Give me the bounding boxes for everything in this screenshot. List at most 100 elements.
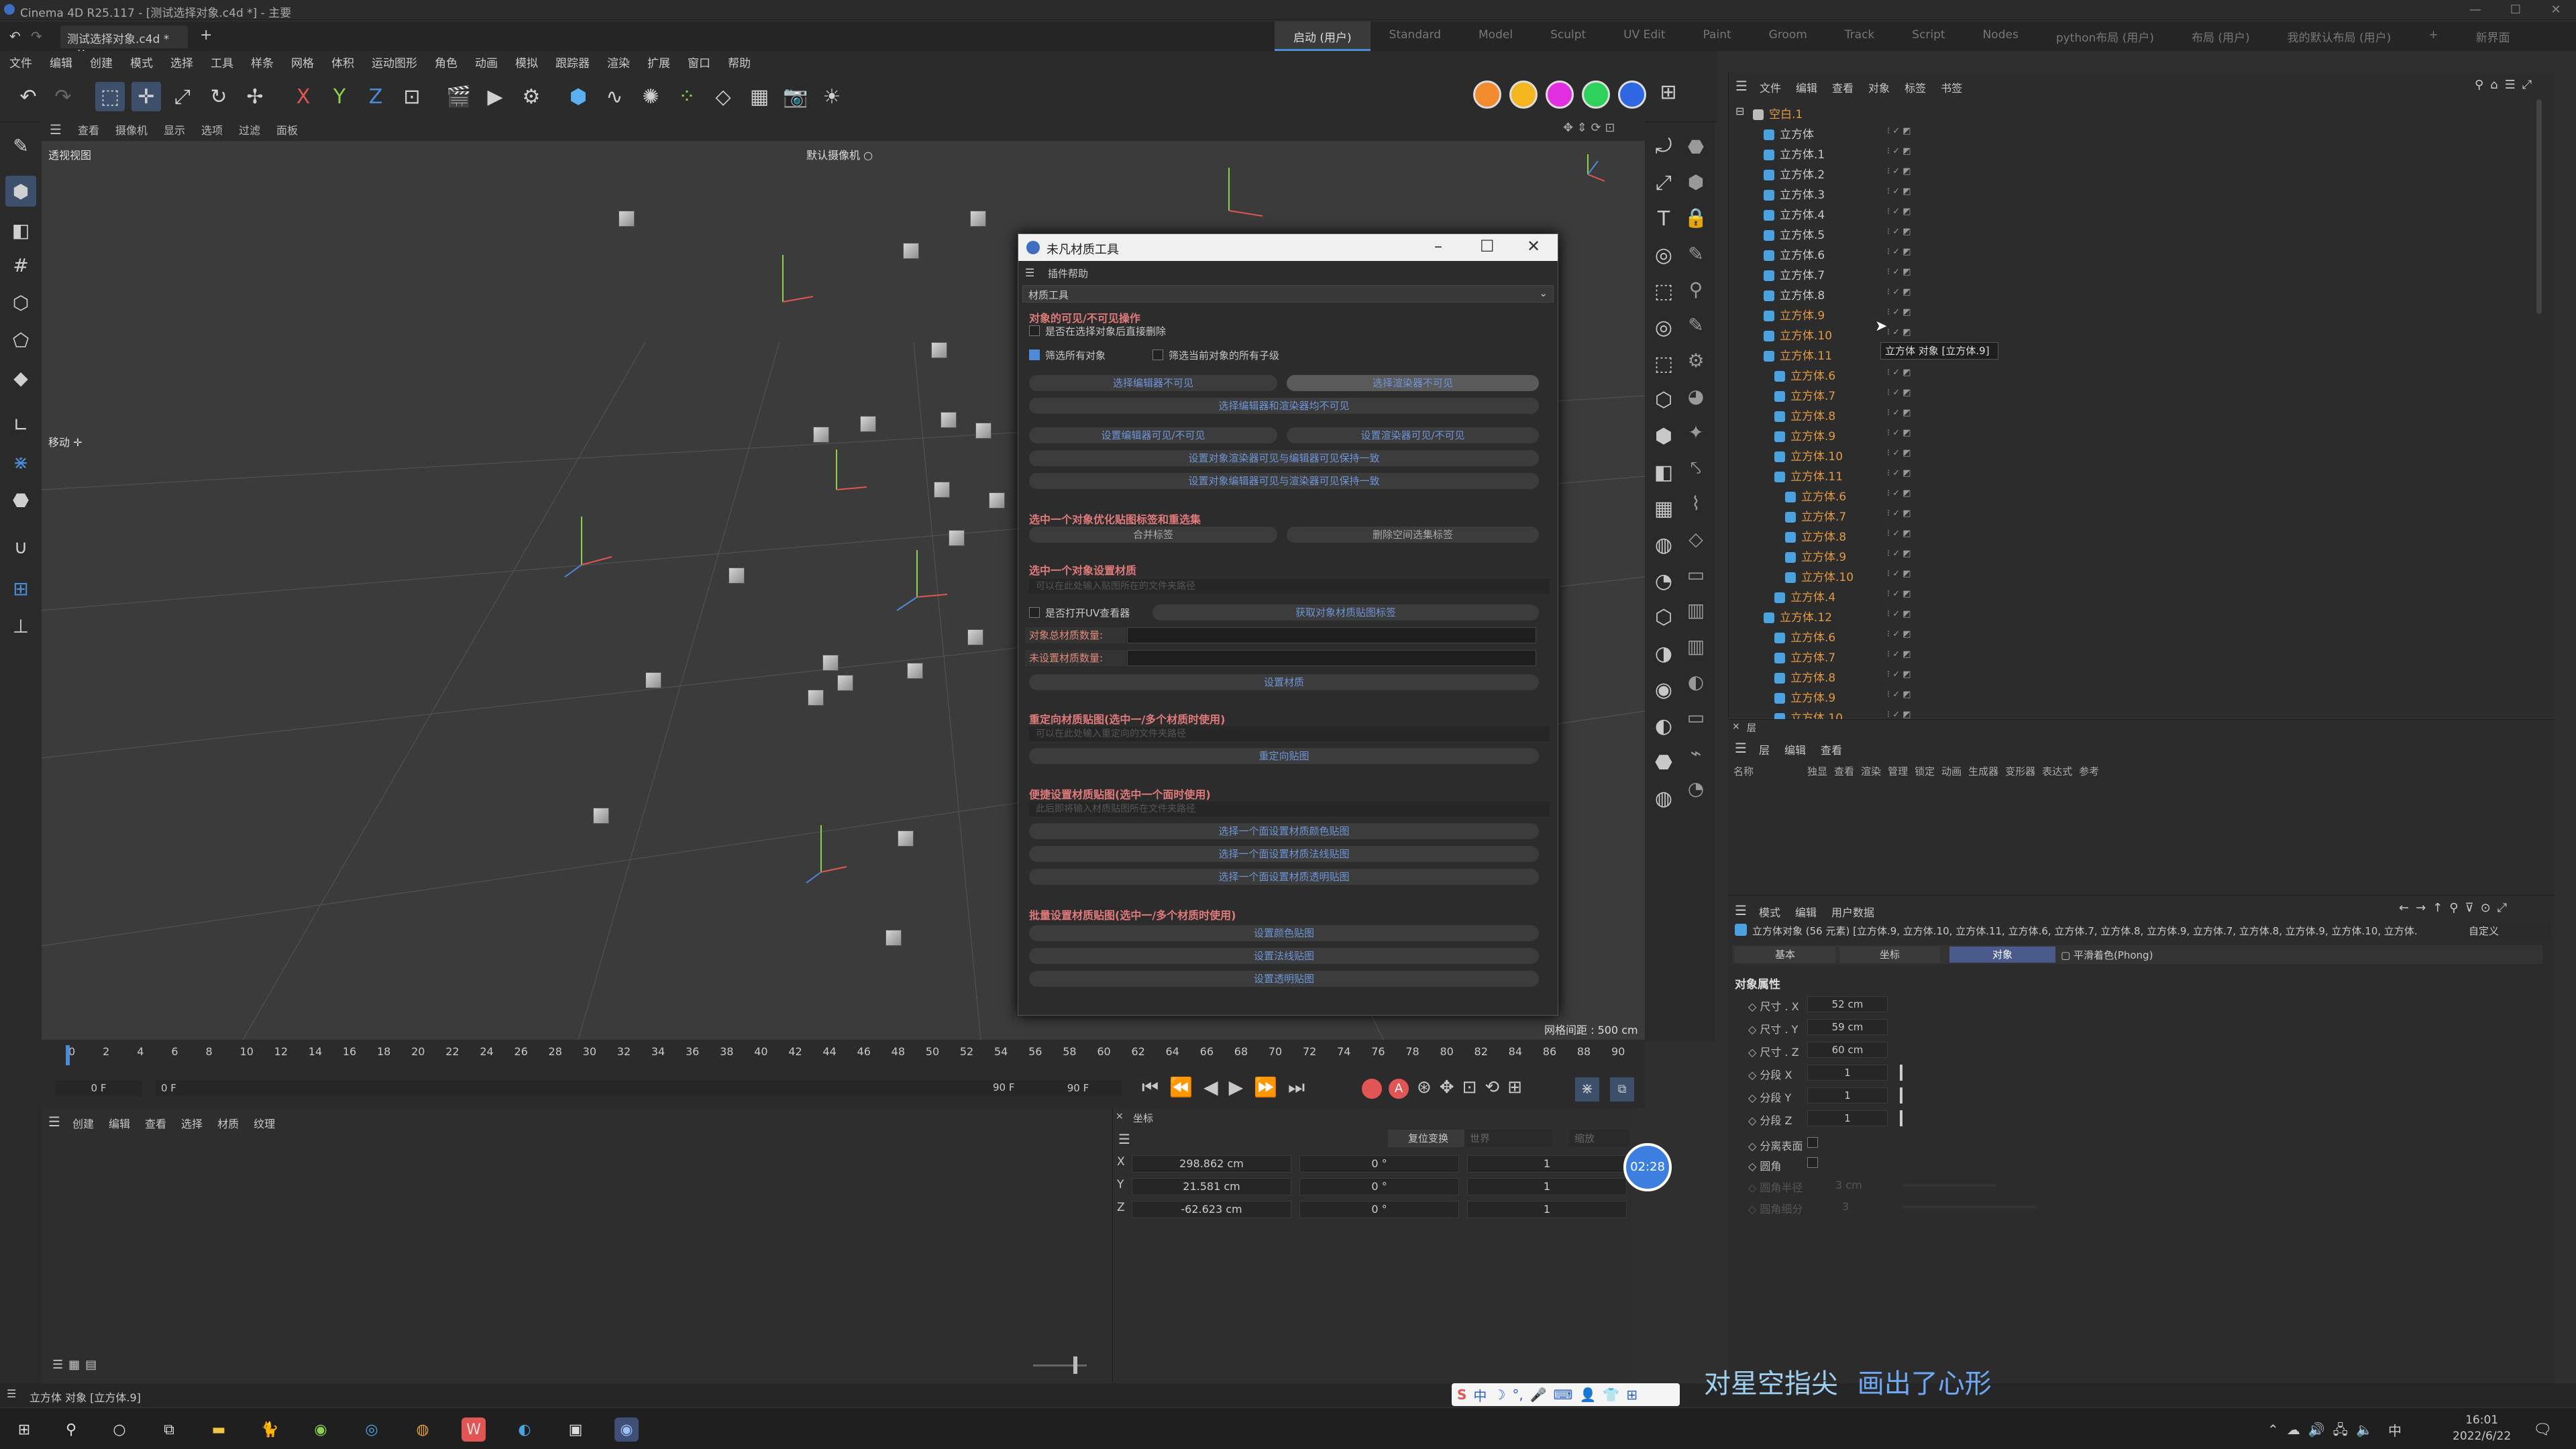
object-visibility-flags[interactable]: ⁝ ✓ ◩ xyxy=(1887,327,1911,337)
render-view-icon[interactable]: ▶ xyxy=(480,82,510,111)
minimize-button[interactable]: — xyxy=(2455,0,2496,20)
cube-object[interactable] xyxy=(619,211,635,227)
quantize-icon[interactable]: ⊞ xyxy=(5,573,36,604)
material-menu-item[interactable]: 创建 xyxy=(72,1115,94,1131)
object-visibility-flags[interactable]: ⁝ ✓ ◩ xyxy=(1887,609,1911,619)
object-list-item[interactable]: 立方体 ⁝ ✓ ◩ xyxy=(1764,125,1911,142)
object-list-item[interactable]: 立方体.8 ⁝ ✓ ◩ xyxy=(1774,407,1911,423)
x-axis-icon[interactable]: X xyxy=(288,82,318,111)
menu-item[interactable]: 模拟 xyxy=(515,54,538,70)
layer-column-header[interactable]: 管理 xyxy=(1888,764,1908,778)
object-visibility-flags[interactable]: ⁝ ✓ ◩ xyxy=(1887,388,1911,398)
cube-object[interactable] xyxy=(898,830,914,847)
menu-item[interactable]: 运动图形 xyxy=(372,54,417,70)
cube-object[interactable] xyxy=(934,482,950,498)
object-list-item[interactable]: 立方体.9 ⁝ ✓ ◩ xyxy=(1774,688,1911,705)
menu-item[interactable]: 文件 xyxy=(9,54,32,70)
unset-material-field[interactable] xyxy=(1127,650,1536,666)
object-list-item[interactable]: 立方体.6 ⁝ ✓ ◩ xyxy=(1774,366,1911,383)
get-material-tags-button[interactable]: 获取对象材质贴图标签 xyxy=(1152,604,1539,621)
yellow-ball-icon[interactable] xyxy=(1509,80,1538,109)
app-icon-green[interactable]: ◉ xyxy=(309,1417,333,1442)
object-visibility-flags[interactable]: ⁝ ✓ ◩ xyxy=(1887,126,1911,136)
tab-object[interactable]: 对象 xyxy=(1949,947,2055,963)
attr-slider[interactable] xyxy=(1900,1065,1902,1081)
menu-item[interactable]: 体积 xyxy=(331,54,354,70)
pen-tool-icon[interactable]: ✎ xyxy=(5,130,36,161)
magnet-icon[interactable]: ∪ xyxy=(5,531,36,562)
maximize-button[interactable]: ☐ xyxy=(2496,0,2536,20)
blue-ball-icon[interactable] xyxy=(1618,80,1646,109)
coord-system-icon[interactable]: ⊡ xyxy=(397,82,427,111)
y-axis-icon[interactable]: Y xyxy=(325,82,354,111)
object-visibility-flags[interactable]: ⁝ ✓ ◩ xyxy=(1887,669,1911,680)
wps-icon[interactable]: W xyxy=(462,1417,486,1442)
set-material-button[interactable]: 设置材质 xyxy=(1029,674,1539,690)
app-icon-blue[interactable]: ◎ xyxy=(360,1417,384,1442)
notification-icon[interactable]: 🗨 xyxy=(2530,1417,2555,1442)
layout-tab[interactable]: Script xyxy=(1893,21,1964,51)
viewport-menu-item[interactable]: 选项 xyxy=(201,121,223,138)
layer-close-icon[interactable]: × xyxy=(1732,721,1740,732)
world-dropdown[interactable]: 世界 xyxy=(1464,1130,1552,1147)
batch-normal-texture-button[interactable]: 设置法线贴图 xyxy=(1029,948,1539,964)
coord-rotation-field[interactable]: 0 ° xyxy=(1299,1201,1459,1218)
attr-value-field[interactable]: 52 cm xyxy=(1807,996,1888,1012)
layer-menu-item[interactable]: 层 xyxy=(1759,741,1770,757)
key-tools-icons[interactable]: ⊛✥⊡⟲⊞ xyxy=(1417,1077,1530,1097)
cube-object[interactable] xyxy=(903,243,919,259)
layer-column-header[interactable]: 名称 xyxy=(1733,764,1754,778)
browser-icon[interactable]: ◐ xyxy=(513,1417,537,1442)
face-normal-texture-button[interactable]: 选择一个面设置材质法线贴图 xyxy=(1029,846,1539,862)
object-visibility-flags[interactable]: ⁝ ✓ ◩ xyxy=(1887,307,1911,317)
attr-slider[interactable] xyxy=(1900,1087,1902,1104)
set-editor-visibility-button[interactable]: 设置编辑器可见/不可见 xyxy=(1029,427,1277,443)
menu-item[interactable]: 创建 xyxy=(90,54,113,70)
object-visibility-flags[interactable]: ⁝ ✓ ◩ xyxy=(1887,710,1911,720)
material-hamburger-icon[interactable]: ☰ xyxy=(48,1114,60,1130)
layout-tab[interactable]: Nodes xyxy=(1964,21,2037,51)
layout-tab[interactable]: 我的默认布局 (用户) xyxy=(2269,21,2410,51)
object-list-item[interactable]: 立方体.5 ⁝ ✓ ◩ xyxy=(1764,225,1911,242)
grid-snap-icon[interactable]: # xyxy=(5,250,36,280)
file-explorer-icon[interactable]: ▬ xyxy=(207,1417,231,1442)
scale-tool-icon[interactable]: ⤢ xyxy=(168,82,197,111)
object-visibility-flags[interactable]: ⁝ ✓ ◩ xyxy=(1887,247,1911,257)
layer-column-header[interactable]: 参考 xyxy=(2079,764,2099,778)
layer-menu-item[interactable]: 编辑 xyxy=(1784,741,1806,757)
layout-tab[interactable]: Sculpt xyxy=(1532,21,1605,51)
coords-hamburger-icon[interactable]: ☰ xyxy=(1118,1131,1130,1147)
menu-item[interactable]: 选择 xyxy=(170,54,193,70)
cube-object[interactable] xyxy=(729,568,745,584)
animate-diamond-icon[interactable]: ◇ xyxy=(1748,1114,1760,1127)
select-editor-invisible-button[interactable]: 选择编辑器不可见 xyxy=(1029,375,1277,391)
tool-dropdown[interactable]: 材质工具 ⌄ xyxy=(1022,285,1554,303)
separate-faces-checkbox[interactable] xyxy=(1807,1137,1818,1148)
attr-menu-item[interactable]: 编辑 xyxy=(1795,904,1817,920)
right-tools-column-1[interactable]: ⤾ ⤢ T ◎ ⬚ ◎ ⬚ ⬡ ⬢ ◧ ▦ ◍ ◔ ⬡ ◑ ◉ ◐ ⬣ ◍ xyxy=(1650,129,1677,817)
select-tool-icon[interactable]: ⬚ xyxy=(95,82,125,111)
layout-tab[interactable]: 新界面 xyxy=(2457,21,2529,51)
object-visibility-flags[interactable]: ⁝ ✓ ◩ xyxy=(1887,468,1911,478)
object-list-item[interactable]: 立方体.6 ⁝ ✓ ◩ xyxy=(1764,246,1911,262)
cube-icon[interactable]: ⬢ xyxy=(564,82,593,111)
undo-icon[interactable]: ↶ xyxy=(13,82,43,111)
root-expand-icon[interactable]: ⊟ xyxy=(1735,105,1754,119)
viewport-menu-item[interactable]: 过滤 xyxy=(239,121,260,138)
animate-diamond-icon[interactable]: ◇ xyxy=(1748,1069,1760,1081)
green-ball-icon[interactable] xyxy=(1582,80,1610,109)
object-menu-item[interactable]: 对象 xyxy=(1868,79,1890,95)
layout-tab[interactable]: Standard xyxy=(1371,21,1460,51)
windows-start-icon[interactable]: ⊞ xyxy=(12,1417,36,1442)
layer-column-header[interactable]: 生成器 xyxy=(1968,764,1998,778)
attr-value-field[interactable]: 1 xyxy=(1807,1065,1888,1081)
object-visibility-flags[interactable]: ⁝ ✓ ◩ xyxy=(1887,287,1911,297)
camera-icon[interactable]: 📷 xyxy=(781,82,810,111)
transform-tool-icon[interactable]: ✢ xyxy=(240,82,270,111)
object-list-item[interactable]: 立方体.6 ⁝ ✓ ◩ xyxy=(1785,487,1911,504)
batch-alpha-texture-button[interactable]: 设置透明贴图 xyxy=(1029,971,1539,987)
attr-menu-item[interactable]: 模式 xyxy=(1759,904,1780,920)
coord-position-field[interactable]: 21.581 cm xyxy=(1132,1178,1291,1195)
edge-mode-icon[interactable]: ⬠ xyxy=(5,325,36,356)
cube-object[interactable] xyxy=(593,808,609,824)
